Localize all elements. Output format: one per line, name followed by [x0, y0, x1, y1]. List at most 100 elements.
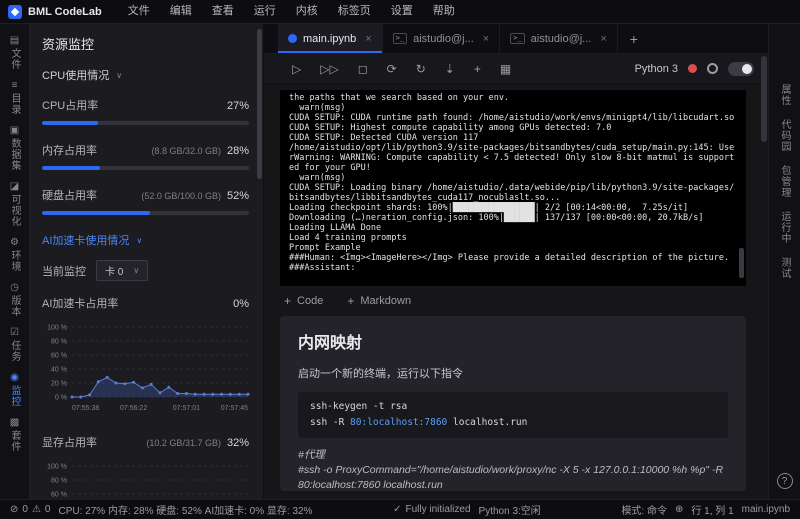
right-tab-properties[interactable]: 属性: [779, 84, 790, 106]
init-status: ✓ Fully initialized: [393, 504, 471, 515]
notebook-scrollbar[interactable]: [761, 56, 767, 142]
gpu-mem-value: 32%: [226, 437, 249, 449]
menu-items: 文件 编辑 查看 运行 内核 标签页 设置 帮助: [118, 0, 465, 23]
menu-tabs[interactable]: 标签页: [328, 0, 381, 23]
svg-text:60 %: 60 %: [51, 353, 67, 360]
ai-section-label: AI加速卡使用情况: [42, 235, 130, 247]
warning-icon: ⚠: [31, 504, 41, 515]
svg-text:20 %: 20 %: [51, 381, 67, 388]
sidebar-item-environment[interactable]: ⚙ 环境: [9, 232, 20, 277]
progress-bar-cpu: [42, 121, 249, 125]
check-icon: ✓: [393, 504, 402, 515]
add-code-button[interactable]: + Code: [284, 294, 323, 308]
tab-main-ipynb[interactable]: main.ipynb ×: [278, 24, 383, 53]
menu-help[interactable]: 帮助: [423, 0, 465, 23]
sidebar-item-toc[interactable]: ≡ 目录: [9, 75, 20, 120]
right-tab-packages[interactable]: 包管理: [779, 165, 790, 198]
sidebar-item-suite[interactable]: ▩ 套件: [9, 412, 20, 457]
error-counter[interactable]: ⊘ 0: [10, 504, 28, 515]
kernel-status[interactable]: Python 3:空闲: [479, 502, 541, 517]
sidebar-item-label: 数据集: [9, 138, 20, 171]
menu-file[interactable]: 文件: [118, 0, 160, 23]
problem-counters: ⊘ 0 ⚠ 0: [10, 504, 50, 515]
help-icon[interactable]: ?: [776, 473, 793, 489]
menu-kernel[interactable]: 内核: [286, 0, 328, 23]
kernel-name[interactable]: Python 3: [635, 63, 678, 75]
sidebar-item-label: 版本: [9, 295, 20, 317]
sidebar-item-label: 环境: [9, 250, 20, 272]
add-cell-icon[interactable]: +: [474, 63, 481, 75]
svg-text:80 %: 80 %: [51, 478, 67, 485]
sidebar-item-label: 可视化: [9, 194, 20, 227]
kernel-area: Python 3: [635, 61, 754, 76]
cpu-section-header[interactable]: CPU使用情况 ∨: [42, 67, 249, 83]
mode-indicator[interactable]: 模式: 命令: [621, 502, 667, 517]
cell-actions: + Code + Markdown: [280, 286, 746, 316]
cursor-position[interactable]: 行 1, 列 1: [691, 502, 733, 517]
new-tab-button[interactable]: +: [618, 24, 650, 53]
warning-counter[interactable]: ⚠ 0: [32, 504, 51, 515]
markdown-cell[interactable]: 内网映射 启动一个新的终端，运行以下指令 ssh-keygen -t rsa ss…: [280, 316, 746, 491]
sidebar-item-visualization[interactable]: ◪ 可视化: [9, 176, 20, 232]
toggle-switch[interactable]: [728, 61, 754, 76]
output-line: warn(msg): [289, 103, 346, 113]
menu-run[interactable]: 运行: [244, 0, 286, 23]
svg-text:07:57:45: 07:57:45: [221, 405, 248, 412]
output-line: /home/aistudio/opt/lib/python3.9/site-pa…: [289, 143, 735, 173]
gpu-util-label: AI加速卡占用率: [42, 298, 119, 310]
sidebar-item-monitor[interactable]: ◉ 监控: [9, 367, 20, 412]
run-icon[interactable]: ▷: [292, 63, 301, 75]
close-icon[interactable]: ×: [483, 33, 489, 45]
sidebar-item-tasks[interactable]: ☑ 任务: [9, 322, 20, 367]
refresh-icon[interactable]: ↻: [416, 63, 426, 75]
right-tab-code-garden[interactable]: 代码园: [779, 119, 790, 152]
sidebar-item-label: 目录: [9, 93, 20, 115]
plus-icon: +: [284, 294, 292, 308]
metric-disk: 硬盘占用率 (52.0 GB/100.0 GB) 52%: [42, 187, 249, 215]
restart-icon[interactable]: ⟳: [387, 63, 397, 75]
svg-text:0 %: 0 %: [55, 395, 67, 402]
progress-bar-disk: [42, 211, 249, 215]
run-all-icon[interactable]: ▷▷: [320, 63, 338, 75]
kernel-ring-icon[interactable]: [707, 63, 718, 74]
svg-text:60 %: 60 %: [51, 492, 67, 499]
ai-section-header[interactable]: AI加速卡使用情况 ∨: [42, 232, 249, 248]
terminal-icon: >_: [510, 33, 525, 44]
panel-scrollbar[interactable]: [257, 29, 262, 179]
close-icon[interactable]: ×: [365, 33, 371, 45]
tab-terminal-2[interactable]: >_ aistudio@j... ×: [500, 24, 618, 53]
progress-bar-memory: [42, 166, 249, 170]
right-tab-running[interactable]: 运行中: [779, 211, 790, 244]
current-monitor-label: 当前监控: [42, 265, 86, 278]
sidebar-item-label: 监控: [9, 385, 20, 407]
sidebar-item-version[interactable]: ◷ 版本: [9, 277, 20, 322]
card-select[interactable]: 卡 0 ∨: [96, 260, 149, 281]
save-icon[interactable]: ⇣: [445, 63, 455, 75]
menu-edit[interactable]: 编辑: [160, 0, 202, 23]
sidebar-item-files[interactable]: ▤ 文件: [9, 30, 20, 75]
cell-output[interactable]: the paths that we search based on your e…: [280, 90, 746, 286]
menu-settings[interactable]: 设置: [381, 0, 423, 23]
globe-icon[interactable]: ⊕: [675, 504, 683, 515]
gpu-mem-label: 显存占用率: [42, 437, 97, 449]
output-line: warn(msg): [289, 173, 346, 183]
output-scrollbar[interactable]: [739, 248, 744, 278]
chevron-down-icon: ∨: [116, 70, 123, 80]
menu-view[interactable]: 查看: [202, 0, 244, 23]
chevron-down-icon: ∨: [136, 235, 143, 245]
sidebar-item-label: 任务: [9, 340, 20, 362]
right-tab-test[interactable]: 测试: [779, 257, 790, 279]
add-markdown-button[interactable]: + Markdown: [347, 294, 411, 308]
md-italic-line: #代理: [298, 449, 325, 461]
svg-text:80 %: 80 %: [51, 339, 67, 346]
resource-summary: CPU: 27% 内存: 28% 硬盘: 52% AI加速卡: 0% 显存: 3…: [58, 506, 313, 517]
close-icon[interactable]: ×: [600, 33, 606, 45]
toolbar-icons: ▷ ▷▷ ◻ ⟳ ↻ ⇣ + ▦: [292, 63, 511, 75]
sidebar-item-dataset[interactable]: ▣ 数据集: [9, 120, 20, 176]
stop-icon[interactable]: ◻: [358, 63, 368, 75]
grid-icon[interactable]: ▦: [500, 63, 511, 75]
files-icon: ▤: [9, 35, 20, 46]
notebook-icon: [288, 34, 297, 43]
tab-terminal-1[interactable]: >_ aistudio@j... ×: [383, 24, 501, 53]
md-italic-block: #代理 #ssh -o ProxyCommand="/home/aistudio/…: [298, 448, 728, 491]
